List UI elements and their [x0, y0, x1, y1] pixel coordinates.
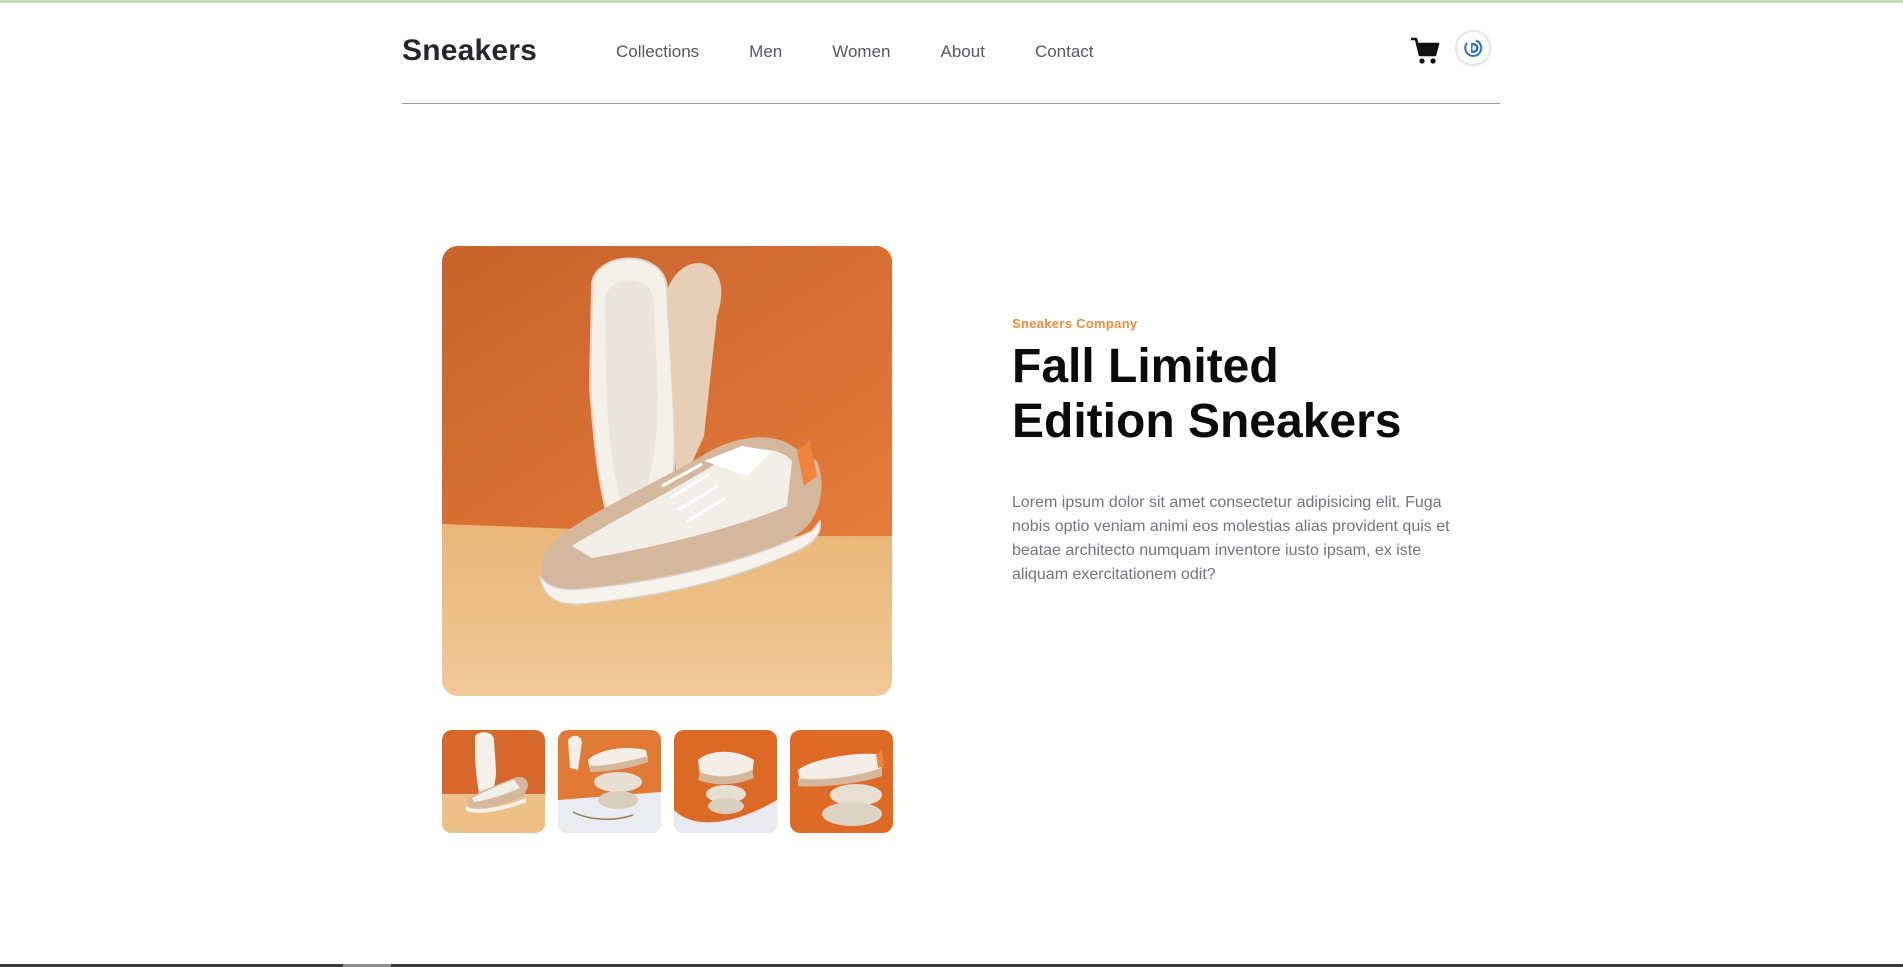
- nav-item-about[interactable]: About: [941, 42, 985, 62]
- brand-logo[interactable]: Sneakers: [402, 34, 537, 68]
- cart-icon[interactable]: [1410, 36, 1440, 66]
- thumbnail-2[interactable]: [558, 730, 661, 833]
- product-info: Sneakers Company Fall Limited Edition Sn…: [1012, 316, 1462, 603]
- nav-item-women[interactable]: Women: [832, 42, 890, 62]
- nav-item-men[interactable]: Men: [749, 42, 782, 62]
- product-description: Lorem ipsum dolor sit amet consectetur a…: [1012, 494, 1450, 583]
- thumbnail-4[interactable]: [790, 730, 893, 833]
- product-title: Fall Limited Edition Sneakers: [1012, 340, 1402, 448]
- company-label: Sneakers Company: [1012, 316, 1138, 331]
- site-header: Sneakers Collections Men Women About Con…: [402, 0, 1500, 104]
- sneaker-photo-illustration: [442, 246, 892, 696]
- nav-item-contact[interactable]: Contact: [1035, 42, 1094, 62]
- thumbnail-strip: [442, 730, 893, 833]
- user-avatar[interactable]: [1457, 32, 1489, 64]
- thumbnail-1[interactable]: [442, 730, 545, 833]
- nav-item-collections[interactable]: Collections: [616, 42, 699, 62]
- avatar-logo-icon: [1463, 38, 1483, 58]
- thumbnail-3[interactable]: [674, 730, 777, 833]
- main-product-image[interactable]: [442, 246, 892, 696]
- main-nav: Collections Men Women About Contact: [616, 42, 1144, 62]
